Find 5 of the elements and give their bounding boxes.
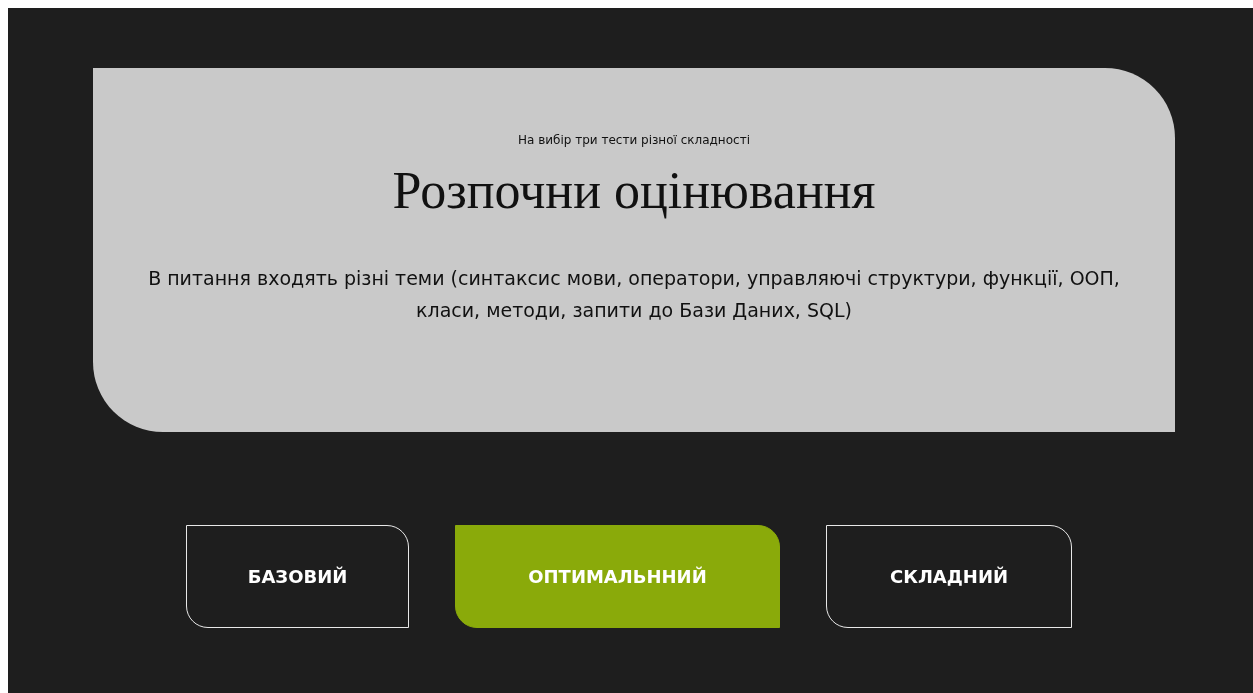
- hero-description: В питання входять різні теми (синтаксис мови, оператори, управляючі структури, функції, ООП, класи, методи, запити до Бази Даних, SQL): [147, 266, 1121, 323]
- hero-title: Розпочни оцінювання: [392, 161, 876, 220]
- level-button[interactable]: БАЗОВИЙ: [186, 525, 409, 628]
- level-button[interactable]: СКЛАДНИЙ: [826, 525, 1072, 628]
- hero-subtitle: На вибір три тести різної складності: [518, 133, 750, 147]
